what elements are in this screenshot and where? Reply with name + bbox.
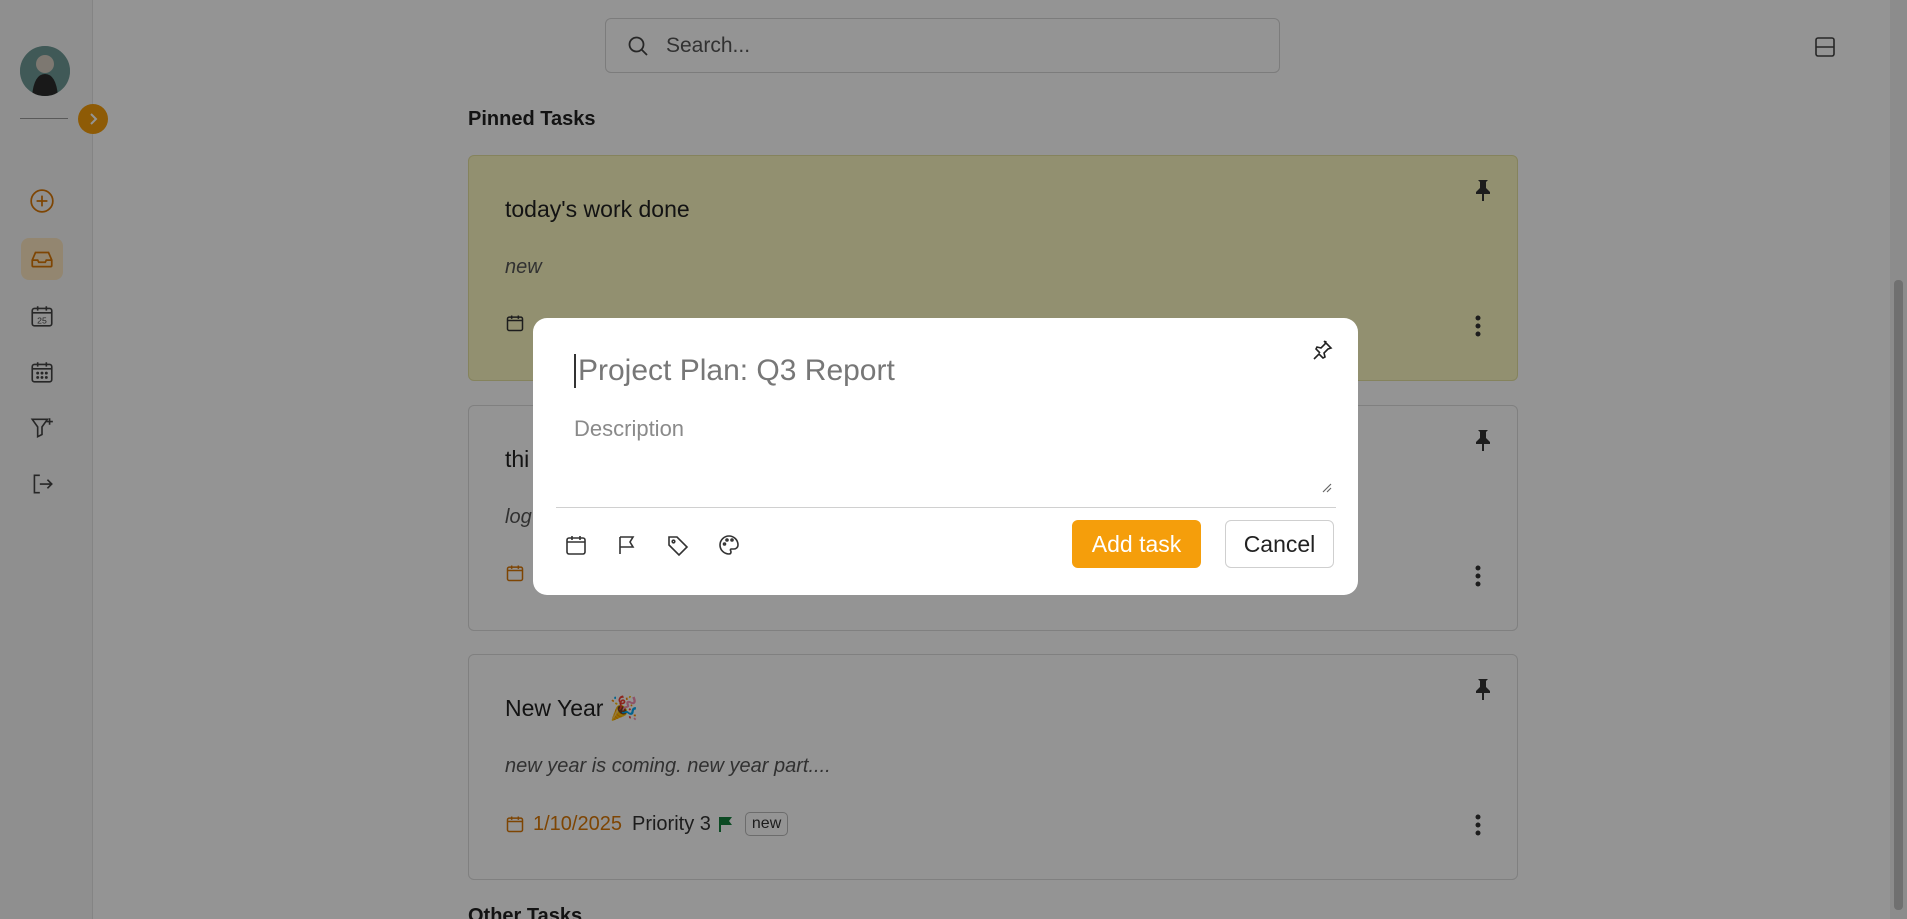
task-title-input[interactable] [574,354,1274,388]
due-date-button[interactable] [561,530,591,560]
flag-outline-icon [619,536,635,554]
cancel-button[interactable]: Cancel [1225,520,1334,568]
color-button[interactable] [714,530,744,560]
calendar-icon [566,536,586,555]
resize-handle-icon [1322,483,1332,493]
modal-divider [556,507,1336,508]
resize-grip-icon[interactable] [1320,480,1332,498]
add-task-dialog: Add task Cancel [533,318,1358,595]
add-task-button[interactable]: Add task [1072,520,1201,568]
priority-button[interactable] [612,530,642,560]
tags-button[interactable] [663,530,693,560]
tag-icon [668,536,689,557]
pin-outline-icon [1313,340,1333,360]
task-description-input[interactable] [574,416,1322,494]
pin-toggle-button[interactable] [1310,338,1334,367]
palette-icon [719,535,739,555]
